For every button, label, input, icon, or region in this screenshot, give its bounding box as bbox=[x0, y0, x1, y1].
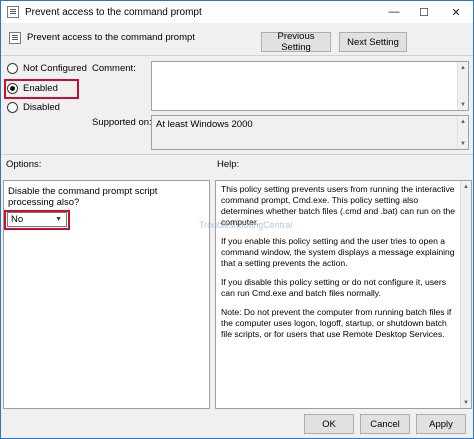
help-paragraph: Note: Do not prevent the computer from r… bbox=[221, 307, 452, 339]
comment-label: Comment: bbox=[92, 63, 136, 74]
close-icon[interactable]: ✕ bbox=[439, 1, 473, 23]
setting-name: Prevent access to the command prompt bbox=[27, 32, 195, 43]
supported-on-label: Supported on: bbox=[92, 117, 152, 128]
scroll-up-icon[interactable]: ▲ bbox=[461, 181, 471, 192]
select-value: No bbox=[11, 214, 24, 225]
help-panel: This policy setting prevents users from … bbox=[215, 180, 472, 409]
window-title: Prevent access to the command prompt bbox=[25, 6, 202, 18]
help-paragraph: If you disable this policy setting or do… bbox=[221, 277, 446, 298]
scroll-down-icon[interactable]: ▼ bbox=[458, 99, 468, 110]
apply-button[interactable]: Apply bbox=[416, 414, 466, 434]
help-text: This policy setting prevents users from … bbox=[221, 184, 457, 348]
scroll-up-icon[interactable]: ▲ bbox=[458, 62, 468, 73]
next-setting-button[interactable]: Next Setting bbox=[339, 32, 407, 52]
radio-disabled-label: Disabled bbox=[23, 102, 60, 113]
help-paragraph: If you enable this policy setting and th… bbox=[221, 236, 455, 268]
chevron-down-icon[interactable]: ▼ bbox=[55, 216, 62, 223]
window-controls: — ☐ ✕ bbox=[379, 1, 473, 23]
scroll-down-icon[interactable]: ▼ bbox=[461, 397, 471, 408]
radio-enabled-label: Enabled bbox=[23, 83, 58, 94]
supported-on-value: At least Windows 2000 bbox=[156, 119, 253, 130]
ok-button[interactable]: OK bbox=[304, 414, 354, 434]
scroll-up-icon[interactable]: ▲ bbox=[458, 116, 468, 127]
cancel-button[interactable]: Cancel bbox=[360, 414, 410, 434]
radio-not-configured-label: Not Configured bbox=[23, 63, 87, 74]
supported-on-field: At least Windows 2000 ▲ ▼ bbox=[151, 115, 469, 150]
comment-scrollbar[interactable]: ▲ ▼ bbox=[457, 62, 468, 110]
setting-icon bbox=[9, 32, 21, 44]
middle-divider bbox=[1, 154, 473, 155]
comment-field[interactable]: ▲ ▼ bbox=[151, 61, 469, 111]
previous-setting-button[interactable]: Previous Setting bbox=[261, 31, 331, 53]
radio-disabled-circle[interactable] bbox=[7, 102, 18, 113]
radio-enabled[interactable]: Enabled bbox=[7, 83, 58, 94]
radio-not-configured[interactable]: Not Configured bbox=[7, 63, 87, 74]
script-processing-select[interactable]: No ▼ bbox=[7, 212, 67, 227]
radio-enabled-circle[interactable] bbox=[7, 83, 18, 94]
scroll-down-icon[interactable]: ▼ bbox=[458, 138, 468, 149]
help-label: Help: bbox=[217, 159, 240, 170]
watermark: TroubleshootingCentral bbox=[199, 220, 293, 230]
policy-dialog: Prevent access to the command prompt — ☐… bbox=[0, 0, 474, 439]
minimize-icon[interactable]: — bbox=[379, 1, 409, 23]
options-question: Disable the command prompt script proces… bbox=[8, 186, 158, 208]
supported-scrollbar[interactable]: ▲ ▼ bbox=[457, 116, 468, 149]
header-divider bbox=[1, 55, 473, 56]
maximize-icon[interactable]: ☐ bbox=[409, 1, 439, 23]
radio-not-configured-circle[interactable] bbox=[7, 63, 18, 74]
title-bar: Prevent access to the command prompt — ☐… bbox=[1, 1, 473, 23]
radio-disabled[interactable]: Disabled bbox=[7, 102, 60, 113]
options-label: Options: bbox=[6, 159, 42, 170]
policy-icon bbox=[7, 6, 19, 18]
help-scrollbar[interactable]: ▲ ▼ bbox=[460, 181, 471, 408]
